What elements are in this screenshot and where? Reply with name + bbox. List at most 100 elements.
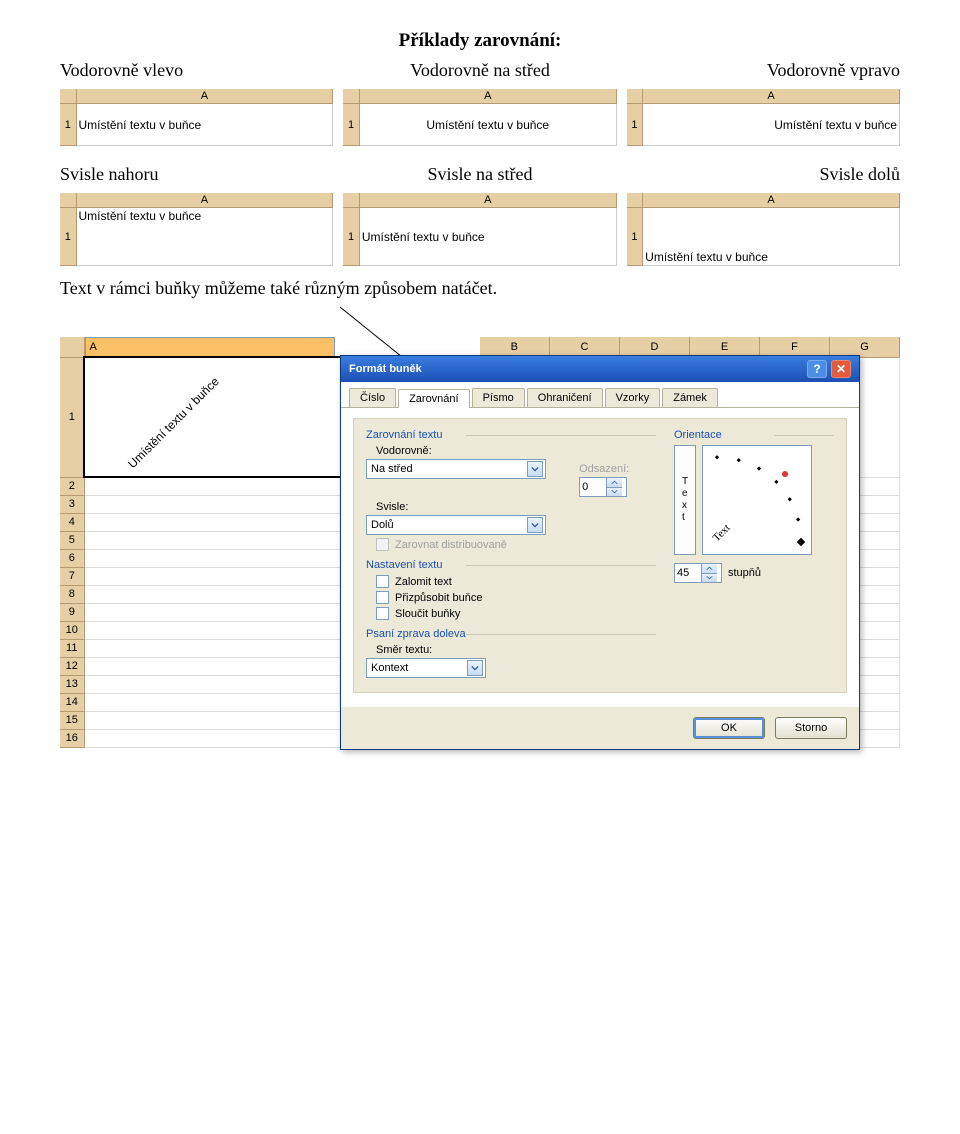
mini-excel-v-middle: A 1 Umístění textu v buňce — [343, 193, 616, 266]
label-horizontal: Vodorovně: — [376, 445, 656, 457]
group-text-settings: Nastavení textu — [366, 559, 656, 571]
mini-excel-h-center: A 1 Umístění textu v buňce — [343, 89, 616, 146]
spin-indent-value[interactable] — [580, 481, 606, 493]
checkbox-shrink[interactable]: Přizpůsobit buňce — [376, 591, 656, 604]
col-header: A — [359, 89, 616, 104]
orientation-dial-label: Text — [711, 522, 733, 544]
cell-a1: Umístění textu v buňce — [76, 104, 333, 146]
caption-h-center: Vodorovně na střed — [343, 60, 616, 81]
row-header: 1 — [343, 104, 359, 146]
row-header[interactable]: 3 — [60, 495, 84, 513]
caption-v-middle: Svisle na střed — [343, 164, 616, 185]
row-header[interactable]: 5 — [60, 531, 84, 549]
col-header: A — [643, 193, 900, 208]
row-header[interactable]: 15 — [60, 711, 84, 729]
group-rtl: Psaní zprava doleva — [366, 628, 656, 640]
body-paragraph: Text v rámci buňky můžeme také různým zp… — [60, 278, 900, 299]
row-header[interactable]: 2 — [60, 477, 84, 495]
col-header[interactable]: E — [690, 337, 760, 357]
tab-číslo[interactable]: Číslo — [349, 388, 396, 407]
chevron-down-icon[interactable] — [701, 573, 717, 583]
label-indent: Odsazení: — [579, 463, 629, 475]
caption-v-bottom: Svisle dolů — [627, 164, 900, 185]
caption-h-right: Vodorovně vpravo — [627, 60, 900, 81]
help-button[interactable]: ? — [807, 360, 827, 378]
row-header[interactable]: 8 — [60, 585, 84, 603]
col-header[interactable]: C — [550, 337, 620, 357]
chevron-down-icon — [467, 660, 483, 676]
col-header[interactable]: D — [620, 337, 690, 357]
tab-vzorky[interactable]: Vzorky — [605, 388, 661, 407]
checkbox-wrap[interactable]: Zalomit text — [376, 575, 656, 588]
row-header[interactable]: 12 — [60, 657, 84, 675]
tab-zámek[interactable]: Zámek — [662, 388, 718, 407]
row-header[interactable]: 11 — [60, 639, 84, 657]
label-vertical: Svisle: — [376, 501, 656, 513]
spin-degrees-value[interactable] — [675, 567, 701, 579]
select-horizontal-value: Na střed — [371, 463, 413, 475]
chevron-up-icon[interactable] — [606, 478, 622, 487]
dialog-titlebar[interactable]: Formát buněk ? ✕ — [341, 356, 859, 382]
orientation-dial[interactable]: Text — [702, 445, 812, 555]
mini-excel-h-right: A 1 Umístění textu v buňce — [627, 89, 900, 146]
checkbox-wrap-label: Zalomit text — [395, 576, 452, 588]
checkbox-merge-label: Sloučit buňky — [395, 608, 460, 620]
ok-button[interactable]: OK — [693, 717, 765, 739]
cell-a1-text: Umístění textu v buňce — [125, 374, 222, 471]
row-header[interactable]: 13 — [60, 675, 84, 693]
col-header[interactable]: G — [830, 337, 900, 357]
col-header[interactable]: F — [760, 337, 830, 357]
row-header: 1 — [60, 104, 76, 146]
chevron-down-icon — [527, 517, 543, 533]
select-vertical[interactable]: Dolů — [366, 515, 546, 535]
chevron-down-icon[interactable] — [606, 487, 622, 497]
row-header[interactable]: 7 — [60, 567, 84, 585]
group-alignment: Zarovnání textu — [366, 429, 656, 441]
checkbox-distribute: Zarovnat distribuovaně — [376, 538, 656, 551]
mini-excel-h-left: A 1 Umístění textu v buňce — [60, 89, 333, 146]
col-header: A — [359, 193, 616, 208]
orientation-vertical-button[interactable]: Text — [674, 445, 696, 555]
cancel-button[interactable]: Storno — [775, 717, 847, 739]
checkbox-shrink-label: Přizpůsobit buňce — [395, 592, 482, 604]
checkbox-distribute-label: Zarovnat distribuovaně — [395, 539, 507, 551]
cell-a1: Umístění textu v buňce — [76, 208, 333, 266]
select-horizontal[interactable]: Na střed — [366, 459, 546, 479]
format-cells-dialog: Formát buněk ? ✕ ČísloZarovnáníPísmoOhra… — [340, 355, 860, 750]
row-header[interactable]: 16 — [60, 729, 84, 747]
tab-ohraničení[interactable]: Ohraničení — [527, 388, 603, 407]
page-title: Příklady zarovnání: — [60, 30, 900, 52]
col-header[interactable]: B — [480, 337, 550, 357]
spin-indent[interactable] — [579, 477, 627, 497]
col-header[interactable]: A — [85, 337, 335, 357]
col-header: A — [76, 89, 333, 104]
tab-zarovnání[interactable]: Zarovnání — [398, 389, 470, 408]
caption-h-left: Vodorovně vlevo — [60, 60, 333, 81]
row-header[interactable]: 14 — [60, 693, 84, 711]
mini-excel-v-bottom: A 1 Umístění textu v buňce — [627, 193, 900, 266]
chevron-up-icon[interactable] — [701, 564, 717, 573]
label-direction: Směr textu: — [376, 644, 656, 656]
caption-v-top: Svisle nahoru — [60, 164, 333, 185]
row-header: 1 — [60, 208, 76, 266]
row-header[interactable]: 4 — [60, 513, 84, 531]
close-button[interactable]: ✕ — [831, 360, 851, 378]
checkbox-merge[interactable]: Sloučit buňky — [376, 607, 656, 620]
row-header[interactable]: 6 — [60, 549, 84, 567]
row-header[interactable]: 10 — [60, 621, 84, 639]
col-header: A — [76, 193, 333, 208]
col-header: A — [643, 89, 900, 104]
select-vertical-value: Dolů — [371, 519, 394, 531]
dialog-title: Formát buněk — [349, 363, 422, 375]
tab-písmo[interactable]: Písmo — [472, 388, 525, 407]
select-direction[interactable]: Kontext — [366, 658, 486, 678]
orientation-vertical-label: Text — [682, 476, 688, 524]
chevron-down-icon — [527, 461, 543, 477]
row-header[interactable]: 9 — [60, 603, 84, 621]
label-degrees: stupňů — [728, 567, 761, 579]
row-header: 1 — [627, 104, 643, 146]
spin-degrees[interactable] — [674, 563, 722, 583]
mini-excel-v-top: A 1 Umístění textu v buňce — [60, 193, 333, 266]
cell-a1: Umístění textu v buňce — [359, 104, 616, 146]
row-header[interactable]: 1 — [60, 357, 84, 477]
